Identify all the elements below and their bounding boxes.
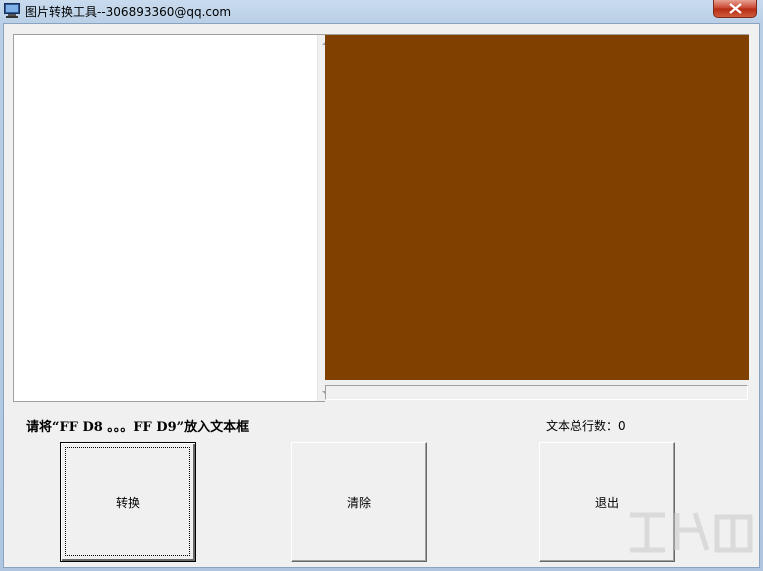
line-count-value: 0	[618, 419, 626, 433]
watermark-logo	[630, 512, 753, 553]
window-title: 图片转换工具--306893360@qq.com	[25, 5, 232, 19]
title-bar[interactable]: 图片转换工具--306893360@qq.com	[0, 0, 763, 22]
line-count: 文本总行数：0	[546, 417, 626, 434]
app-window: 图片转换工具--306893360@qq.com 请将“FF D8 。。。FF …	[0, 0, 763, 571]
convert-button[interactable]: 转换	[60, 442, 196, 562]
app-icon[interactable]	[4, 3, 20, 18]
client-area: 请将“FF D8 。。。FF D9”放入文本框 文本总行数：0 转换 清除 退出	[3, 23, 760, 568]
close-button[interactable]	[713, 0, 757, 18]
hex-text-box[interactable]	[13, 34, 335, 402]
instruction-label: 请将“FF D8 。。。FF D9”放入文本框	[26, 420, 250, 435]
clear-button[interactable]: 清除	[291, 442, 427, 562]
progress-bar	[325, 385, 748, 400]
close-icon	[729, 3, 742, 14]
line-count-label: 文本总行数：	[546, 419, 619, 433]
image-preview	[325, 34, 749, 380]
